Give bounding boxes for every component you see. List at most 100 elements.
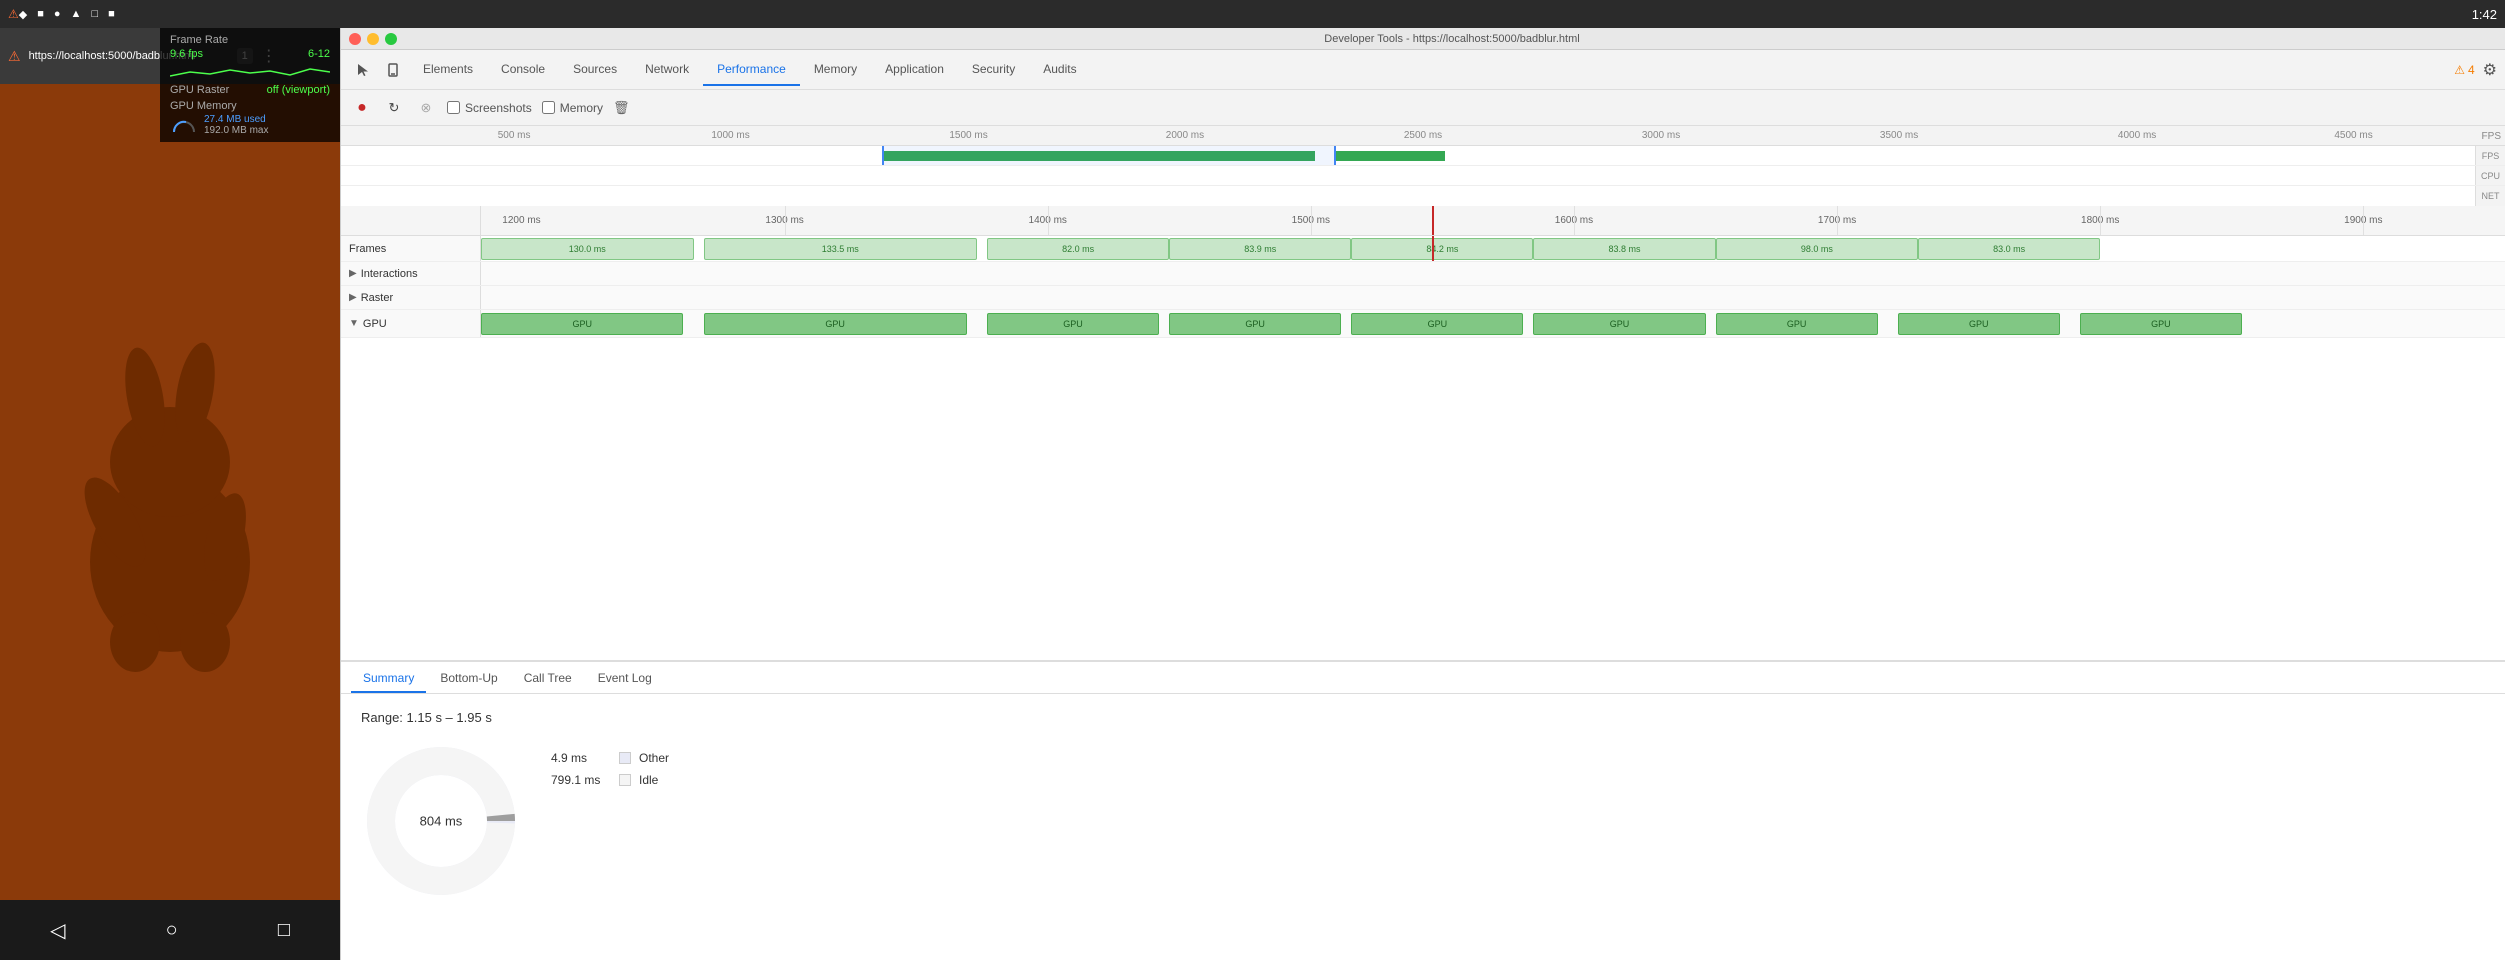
frame-rate-label: Frame Rate <box>170 34 228 46</box>
net-track-label: NET <box>2475 186 2505 206</box>
memory-checkbox-group[interactable]: Memory <box>542 101 603 115</box>
tick-3000: 3000 ms <box>1642 130 1680 141</box>
frame-block-0[interactable]: 130.0 ms <box>481 238 694 260</box>
bottom-content: Range: 1.15 s – 1.95 s 804 ms <box>341 694 2505 960</box>
gpu-block-3[interactable]: GPU <box>1169 313 1341 335</box>
frame-block-1[interactable]: 133.5 ms <box>704 238 977 260</box>
recents-button[interactable]: □ <box>278 919 290 942</box>
cursor-icon <box>355 62 371 78</box>
settings-icon[interactable]: ⚙ <box>2483 60 2497 80</box>
fps-bar-2 <box>1336 151 1444 161</box>
frame-block-5[interactable]: 83.8 ms <box>1533 238 1715 260</box>
device-toolbar-button[interactable] <box>379 56 407 84</box>
record-button[interactable]: ● <box>351 97 373 119</box>
stats-panel: Frame Rate 9.6 fps 6-12 GPU Raster off (… <box>160 28 340 142</box>
frame-block-6[interactable]: 98.0 ms <box>1716 238 1918 260</box>
back-button[interactable]: ◁ <box>50 918 65 943</box>
fps-graph <box>170 62 330 80</box>
phone-icon: ● <box>54 8 61 20</box>
frame-block-3[interactable]: 83.9 ms <box>1169 238 1351 260</box>
tab-security[interactable]: Security <box>958 54 1029 86</box>
maximize-window-button[interactable] <box>385 33 397 45</box>
tick-500: 500 ms <box>498 130 531 141</box>
vline-5 <box>1837 206 1838 235</box>
screenshots-checkbox-group[interactable]: Screenshots <box>447 101 532 115</box>
screenshots-checkbox[interactable] <box>447 101 460 114</box>
tab-bottom-up[interactable]: Bottom-Up <box>428 665 509 693</box>
window-controls <box>349 33 397 45</box>
fps-label: FPS <box>2482 126 2505 146</box>
donut-label: 804 ms <box>420 814 463 829</box>
tab-call-tree[interactable]: Call Tree <box>512 665 584 693</box>
signal-icon: ■ <box>108 8 115 20</box>
raster-row-label[interactable]: ▶ Raster <box>341 286 481 309</box>
gpu-row-content[interactable]: GPU GPU GPU GPU GPU GPU GPU GPU GPU <box>481 310 2505 337</box>
cpu-track-label: CPU <box>2475 166 2505 185</box>
timeline-overview[interactable]: 500 ms 1000 ms 1500 ms 2000 ms 2500 ms 3… <box>341 126 2505 206</box>
gpu-block-4[interactable]: GPU <box>1351 313 1523 335</box>
screenshots-label: Screenshots <box>465 101 532 115</box>
clear-button[interactable]: 🗑 <box>613 100 630 116</box>
gpu-block-2[interactable]: GPU <box>987 313 1159 335</box>
tab-application[interactable]: Application <box>871 54 958 86</box>
phone-content <box>0 84 340 900</box>
vline-6 <box>2100 206 2101 235</box>
gpu-block-5[interactable]: GPU <box>1533 313 1705 335</box>
system-topbar: ⚠ ◆ ■ ● ▲ □ ■ 1:42 <box>0 0 2505 28</box>
memory-checkbox[interactable] <box>542 101 555 114</box>
gpu-block-6[interactable]: GPU <box>1716 313 1878 335</box>
legend-item-idle: 799.1 ms Idle <box>551 773 669 787</box>
tab-audits[interactable]: Audits <box>1029 54 1090 86</box>
frame-block-7[interactable]: 83.0 ms <box>1918 238 2100 260</box>
tab-event-log[interactable]: Event Log <box>586 665 664 693</box>
home-button[interactable]: ○ <box>166 919 178 942</box>
tab-network[interactable]: Network <box>631 54 703 86</box>
frames-label: Frames <box>349 243 386 255</box>
net-track: NET <box>341 186 2505 206</box>
stop-button[interactable]: ⊗ <box>415 97 437 119</box>
gpu-expand-arrow: ▼ <box>349 318 359 329</box>
interactions-row-label[interactable]: ▶ Interactions <box>341 262 481 285</box>
raster-expand-arrow: ▶ <box>349 292 357 303</box>
toolbar-right: ⚠ 4 ⚙ <box>2454 60 2497 80</box>
gpu-block-8[interactable]: GPU <box>2080 313 2242 335</box>
frame-block-2[interactable]: 82.0 ms <box>987 238 1169 260</box>
gpu-memory-label: GPU Memory <box>170 100 237 112</box>
cursor-line <box>1432 206 1434 235</box>
warning-badge[interactable]: ⚠ 4 <box>2454 63 2474 77</box>
tab-console[interactable]: Console <box>487 54 559 86</box>
tab-sources[interactable]: Sources <box>559 54 631 86</box>
system-time: 1:42 <box>2472 7 2497 22</box>
vline-3 <box>1311 206 1312 235</box>
minimize-window-button[interactable] <box>367 33 379 45</box>
gpu-row-label[interactable]: ▼ GPU <box>341 310 481 337</box>
ruler-label-spacer <box>341 206 481 235</box>
close-window-button[interactable] <box>349 33 361 45</box>
tab-elements[interactable]: Elements <box>409 54 487 86</box>
tick-2500: 2500 ms <box>1404 130 1442 141</box>
cpu-track: CPU <box>341 166 2505 186</box>
memory-used: 27.4 MB used <box>204 114 268 125</box>
devtools-tabs: Elements Console Sources Network Perform… <box>409 54 2452 86</box>
tab-summary[interactable]: Summary <box>351 665 426 693</box>
inspect-tool-button[interactable] <box>349 56 377 84</box>
frames-timeline-row: Frames 130.0 ms 133.5 ms 82.0 ms 83.9 ms… <box>341 236 2505 262</box>
android-icon: ■ <box>37 8 44 20</box>
phone-area: ⚠ https://localhost:5000/badblur.html 1 … <box>0 28 340 960</box>
vline-4 <box>1574 206 1575 235</box>
tick-2000: 2000 ms <box>1166 130 1204 141</box>
alert-icon: ⚠ <box>8 7 19 21</box>
gpu-raster-label: GPU Raster <box>170 84 229 96</box>
timeline-overview-ruler: 500 ms 1000 ms 1500 ms 2000 ms 2500 ms 3… <box>341 126 2505 146</box>
memory-arc-icon <box>170 116 198 134</box>
gpu-block-7[interactable]: GPU <box>1898 313 2060 335</box>
gpu-block-1[interactable]: GPU <box>704 313 967 335</box>
gpu-block-0[interactable]: GPU <box>481 313 683 335</box>
frames-row-content[interactable]: 130.0 ms 133.5 ms 82.0 ms 83.9 ms 84.2 m… <box>481 236 2505 261</box>
frame-block-4[interactable]: 84.2 ms <box>1351 238 1533 260</box>
tab-memory[interactable]: Memory <box>800 54 871 86</box>
tab-performance[interactable]: Performance <box>703 54 800 86</box>
memory-max: 192.0 MB max <box>204 125 268 136</box>
reload-record-button[interactable]: ↻ <box>383 97 405 119</box>
gpu-raster-status: off (viewport) <box>267 84 330 96</box>
